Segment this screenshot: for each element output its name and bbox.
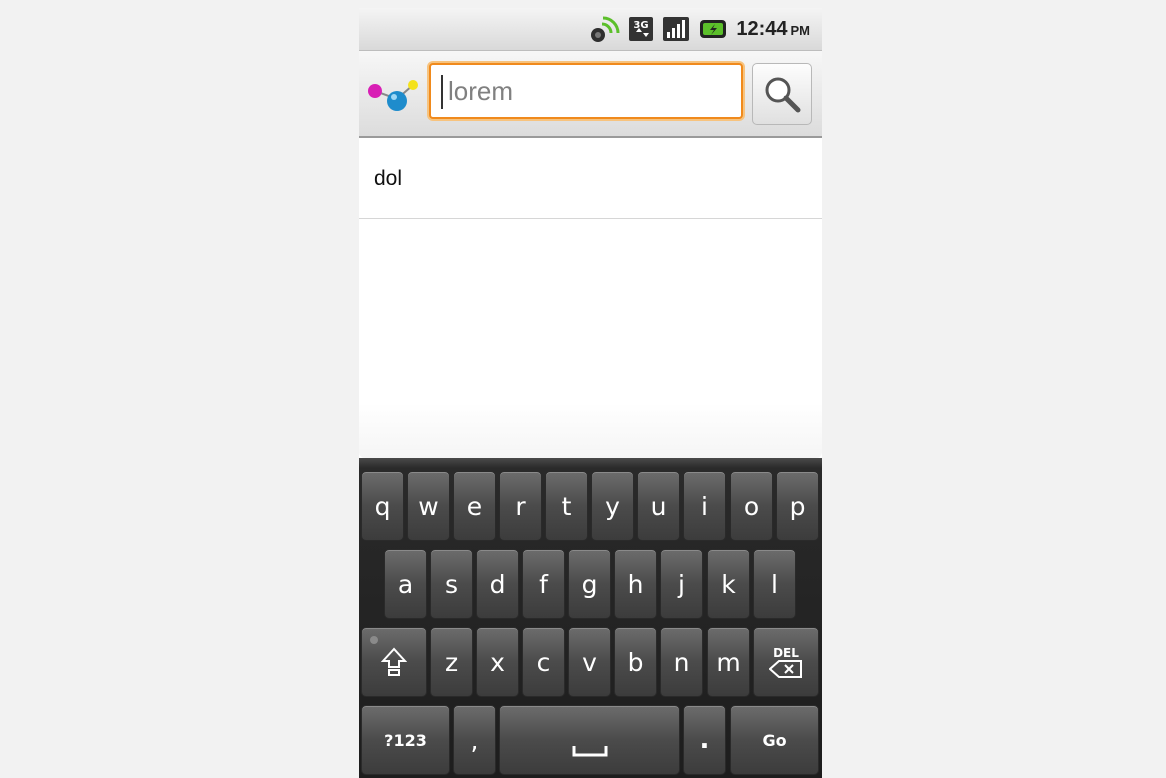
delete-key[interactable]: DEL xyxy=(753,627,819,697)
key-d[interactable]: d xyxy=(476,549,519,619)
suggestion-item[interactable]: dol xyxy=(359,138,822,219)
key-o[interactable]: o xyxy=(730,471,773,541)
soft-keyboard: q w e r t y u i o p a s d f g h j k l z … xyxy=(359,458,822,778)
3g-data-icon: 3G xyxy=(629,17,654,41)
key-r[interactable]: r xyxy=(499,471,542,541)
molecule-icon[interactable] xyxy=(365,71,421,117)
gps-icon xyxy=(591,16,620,42)
key-period[interactable]: . xyxy=(683,705,726,775)
key-l[interactable]: l xyxy=(753,549,796,619)
key-a[interactable]: a xyxy=(384,549,427,619)
suggestion-list-bottom xyxy=(359,403,822,458)
search-bar: lorem xyxy=(359,51,822,138)
go-key[interactable]: Go xyxy=(730,705,819,775)
symbols-key[interactable]: ?123 xyxy=(361,705,450,775)
key-g[interactable]: g xyxy=(568,549,611,619)
space-icon xyxy=(572,746,607,757)
key-e[interactable]: e xyxy=(453,471,496,541)
search-button[interactable] xyxy=(752,63,812,125)
network-type-label: 3G xyxy=(634,20,649,31)
clock-ampm: PM xyxy=(790,22,811,38)
shift-icon xyxy=(381,647,407,676)
text-cursor xyxy=(441,75,443,109)
key-i[interactable]: i xyxy=(683,471,726,541)
key-comma[interactable]: , xyxy=(453,705,496,775)
clock-time: 12:44 xyxy=(736,17,788,40)
key-w[interactable]: w xyxy=(407,471,450,541)
shift-key[interactable] xyxy=(361,627,427,697)
clock: 12:44 PM xyxy=(736,18,810,41)
key-c[interactable]: c xyxy=(522,627,565,697)
signal-icon xyxy=(663,17,690,41)
search-query: lorem xyxy=(448,76,514,106)
search-input[interactable]: lorem xyxy=(429,63,743,119)
space-key[interactable] xyxy=(499,705,680,775)
key-x[interactable]: x xyxy=(476,627,519,697)
delete-label: DEL xyxy=(773,645,799,660)
key-y[interactable]: y xyxy=(591,471,634,541)
key-q[interactable]: q xyxy=(361,471,404,541)
shift-indicator xyxy=(370,636,378,644)
key-n[interactable]: n xyxy=(660,627,703,697)
key-b[interactable]: b xyxy=(614,627,657,697)
key-k[interactable]: k xyxy=(707,549,750,619)
key-p[interactable]: p xyxy=(776,471,819,541)
key-s[interactable]: s xyxy=(430,549,473,619)
key-f[interactable]: f xyxy=(522,549,565,619)
key-h[interactable]: h xyxy=(614,549,657,619)
key-j[interactable]: j xyxy=(660,549,703,619)
search-icon xyxy=(765,77,801,113)
key-u[interactable]: u xyxy=(637,471,680,541)
suggestion-label: dol xyxy=(374,167,403,190)
battery-charging-icon xyxy=(700,20,727,38)
key-z[interactable]: z xyxy=(430,627,473,697)
backspace-icon xyxy=(769,659,802,678)
status-bar: 3G 12:44 PM xyxy=(359,8,822,51)
key-t[interactable]: t xyxy=(545,471,588,541)
key-v[interactable]: v xyxy=(568,627,611,697)
phone-screen: 3G 12:44 PM lorem dol q w e r t y u i o … xyxy=(359,8,822,778)
key-m[interactable]: m xyxy=(707,627,750,697)
